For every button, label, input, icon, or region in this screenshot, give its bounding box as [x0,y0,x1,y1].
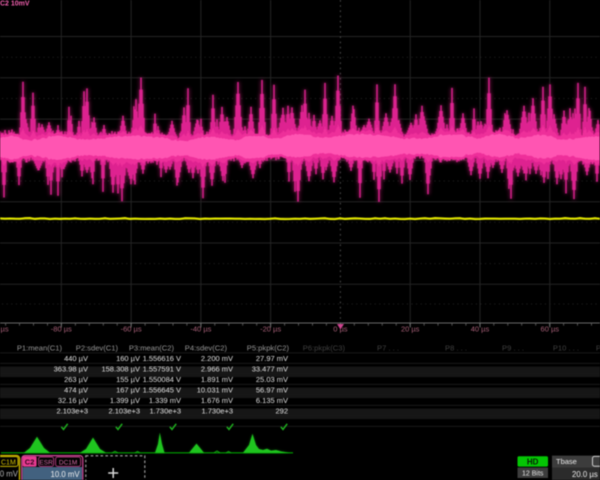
svg-text:1.399 µV: 1.399 µV [110,396,140,405]
svg-text:292: 292 [275,406,288,415]
svg-text:P10 . . .: P10 . . . [553,343,579,352]
svg-text:-40 µs: -40 µs [190,325,211,334]
svg-text:12 Bits: 12 Bits [522,471,544,478]
svg-text:167 µV: 167 µV [116,385,140,394]
svg-text:1.339 mV: 1.339 mV [149,396,181,405]
svg-text:2.103e+3: 2.103e+3 [109,406,141,415]
svg-text:ESR: ESR [39,459,53,466]
svg-text:P3:mean(C2): P3:mean(C2) [129,343,175,352]
svg-text:-20 µs: -20 µs [260,325,281,334]
svg-text:HD: HD [527,458,539,467]
svg-text:C2 10mV: C2 10mV [0,1,30,8]
svg-text:P: P [596,343,600,352]
svg-text:1.550084 V: 1.550084 V [143,375,181,384]
svg-text:1.730e+3: 1.730e+3 [150,406,182,415]
svg-text:P9 . . .: P9 . . . [502,343,524,352]
svg-text:363.98 µV: 363.98 µV [54,364,88,373]
svg-text:474 µV: 474 µV [64,385,88,394]
svg-text:2.103e+3: 2.103e+3 [57,406,89,415]
svg-text:158.308 µV: 158.308 µV [101,364,140,373]
svg-text:263 µV: 263 µV [64,375,88,384]
svg-text:P2:sdev(C1): P2:sdev(C1) [76,343,119,352]
svg-text:33.477 mV: 33.477 mV [252,364,288,373]
svg-text:56.97 mV: 56.97 mV [256,385,288,394]
svg-text:32.16 µV: 32.16 µV [58,396,88,405]
svg-text:1.556645 V: 1.556645 V [143,385,181,394]
svg-text:2.200 mV: 2.200 mV [201,354,233,363]
svg-text:1.676 mV: 1.676 mV [201,396,233,405]
svg-text:160 µV: 160 µV [116,354,140,363]
svg-text:C1M: C1M [1,460,16,467]
svg-text:60 µs: 60 µs [541,325,560,334]
svg-text:P4:sdev(C2): P4:sdev(C2) [185,343,228,352]
svg-text:-100 µs: -100 µs [0,325,9,334]
svg-text:P6:pkpk(C3): P6:pkpk(C3) [303,343,346,352]
svg-text:1.730e+3: 1.730e+3 [202,406,234,415]
svg-text:2.966 mV: 2.966 mV [201,364,233,373]
svg-text:440 µV: 440 µV [64,354,88,363]
svg-text:6.135 mV: 6.135 mV [256,396,288,405]
svg-text:20.0 µs: 20.0 µs [572,470,598,479]
svg-text:P8 . . .: P8 . . . [445,343,467,352]
svg-text:-80 µs: -80 µs [51,325,72,334]
svg-text:27.97 mV: 27.97 mV [256,354,288,363]
svg-text:0 mV: 0 mV [0,470,19,479]
svg-text:-60 µs: -60 µs [121,325,142,334]
svg-text:25.03 mV: 25.03 mV [256,375,288,384]
svg-text:C2: C2 [25,458,35,467]
svg-text:P1:mean(C1): P1:mean(C1) [17,343,63,352]
svg-text:Tbase: Tbase [556,457,577,466]
svg-text:P5:pkpk(C2): P5:pkpk(C2) [247,343,290,352]
svg-text:P7 . . .: P7 . . . [377,343,399,352]
svg-text:10.0 mV: 10.0 mV [51,470,81,479]
svg-text:40 µs: 40 µs [471,325,490,334]
svg-text:20 µs: 20 µs [401,325,420,334]
svg-text:DC1M: DC1M [59,459,77,466]
svg-text:1.557591 V: 1.557591 V [143,364,181,373]
svg-text:10.031 mV: 10.031 mV [197,385,233,394]
svg-text:1.891 mV: 1.891 mV [201,375,233,384]
svg-text:155 µV: 155 µV [116,375,140,384]
svg-text:1.556616 V: 1.556616 V [143,354,181,363]
